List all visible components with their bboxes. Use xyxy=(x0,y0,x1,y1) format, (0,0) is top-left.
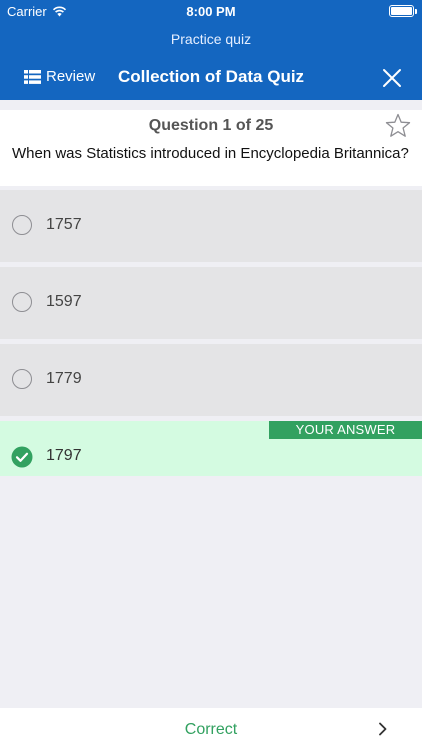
battery-icon xyxy=(389,5,417,17)
answer-label: 1757 xyxy=(46,216,82,233)
review-button[interactable]: Review xyxy=(24,68,95,85)
clock: 8:00 PM xyxy=(186,4,236,19)
status-bar: Carrier 8:00 PM xyxy=(0,0,422,22)
your-answer-badge: YOUR ANSWER xyxy=(269,421,422,439)
checkmark-circle-icon xyxy=(11,446,33,468)
list-icon xyxy=(24,69,41,84)
radio-icon xyxy=(12,292,32,312)
star-icon[interactable] xyxy=(384,112,412,140)
review-label: Review xyxy=(46,68,96,85)
radio-icon xyxy=(12,369,32,389)
question-text: When was Statistics introduced in Encycl… xyxy=(12,145,409,162)
quiz-mode-label: Practice quiz xyxy=(170,31,252,47)
header: Carrier 8:00 PM Practice quiz Review Col… xyxy=(0,0,422,100)
answer-option-2[interactable]: 1597 xyxy=(0,267,422,339)
answer-option-3[interactable]: 1779 xyxy=(0,344,422,416)
page-title: Collection of Data Quiz xyxy=(118,67,305,86)
close-icon[interactable] xyxy=(380,66,404,90)
answer-label: 1797 xyxy=(46,447,82,464)
answer-label: 1779 xyxy=(46,370,82,387)
answer-option-1[interactable]: 1757 xyxy=(0,190,422,262)
question-counter: Question 1 of 25 xyxy=(148,117,274,134)
navigation-bar: Review Collection of Data Quiz xyxy=(0,60,422,96)
chevron-right-icon[interactable] xyxy=(376,722,390,736)
question-card: Question 1 of 25 When was Statistics int… xyxy=(0,110,422,186)
answer-label: 1597 xyxy=(46,293,82,310)
result-label: Correct xyxy=(184,721,238,738)
radio-icon xyxy=(12,215,32,235)
footer-bar: Correct xyxy=(0,708,422,750)
